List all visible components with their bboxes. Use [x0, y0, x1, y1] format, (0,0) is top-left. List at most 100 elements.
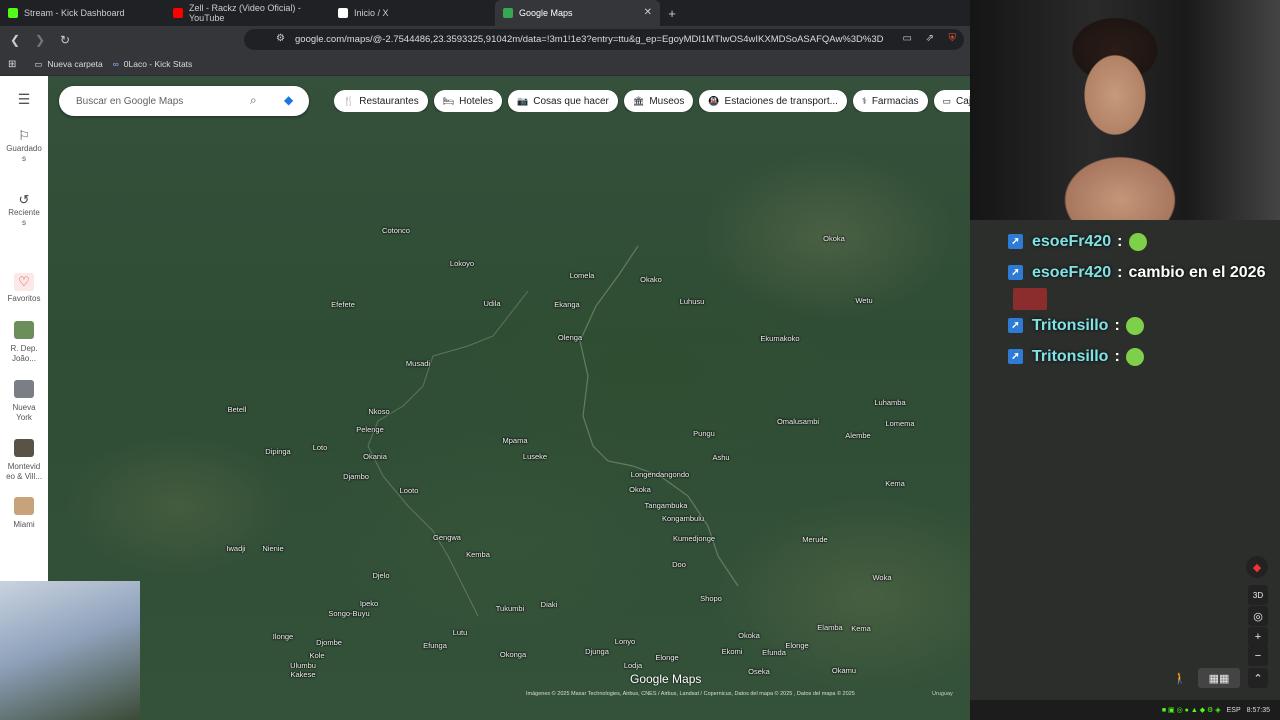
map-place-label[interactable]: Looto	[400, 486, 419, 495]
map-place-label[interactable]: Kumedjonge	[673, 534, 715, 543]
map-place-label[interactable]: Kema	[885, 479, 905, 488]
sidebar-item-place[interactable]: Nueva York	[0, 380, 48, 423]
map-place-label[interactable]: Longendangondo	[631, 470, 689, 479]
map-place-label[interactable]: Pungu	[693, 429, 715, 438]
map-place-label[interactable]: Kakese	[290, 670, 315, 679]
map-place-label[interactable]: Alembe	[845, 431, 870, 440]
map-place-label[interactable]: Ekanga	[554, 300, 579, 309]
install-icon[interactable]: ▭	[903, 33, 912, 44]
back-icon[interactable]: ❮	[5, 30, 25, 50]
map-place-label[interactable]: Efunda	[762, 648, 786, 657]
map-place-label[interactable]: Musadi	[406, 359, 430, 368]
sidebar-item-saved[interactable]: ⚐ Guardado s	[0, 129, 48, 164]
compass-button[interactable]: ◆	[1246, 556, 1268, 578]
map-place-label[interactable]: Ilonge	[273, 632, 293, 641]
map-place-label[interactable]: Lodja	[624, 661, 642, 670]
close-tab-icon[interactable]: ✕	[644, 7, 652, 18]
chip-museums[interactable]: 🏛 Museos	[623, 90, 694, 112]
map-place-label[interactable]: Ekumakoko	[760, 334, 799, 343]
map-place-label[interactable]: Lomela	[570, 271, 595, 280]
forward-icon[interactable]: ❯	[30, 30, 50, 50]
chip-hotels[interactable]: 🛏 Hoteles	[433, 90, 503, 112]
map-place-label[interactable]: Nienie	[262, 544, 283, 553]
search-icon[interactable]: ⌕	[250, 93, 257, 108]
search-input[interactable]	[74, 94, 238, 108]
tray-icons[interactable]: ■ ▣ ◎ ● ▲ ◆ ⚙ ◈	[1162, 706, 1221, 714]
bookmark-folder[interactable]: ▭ Nueva carpeta	[34, 59, 102, 70]
sidebar-item-place[interactable]: R. Dep. João...	[0, 321, 48, 364]
url-field[interactable]: ⚙ google.com/maps/@-2.7544486,23.3593325…	[244, 29, 964, 50]
map-place-label[interactable]: Ipeko	[360, 599, 378, 608]
map-place-label[interactable]: Elonge	[785, 641, 808, 650]
footer-link[interactable]: Uruguay	[932, 691, 953, 697]
bookmark-kick-stats[interactable]: ∞ 0Laco - Kick Stats	[113, 59, 193, 69]
map-place-label[interactable]: Loto	[313, 443, 328, 452]
layers-button[interactable]: ▦▦	[1198, 668, 1240, 688]
new-tab-button[interactable]: +	[660, 0, 684, 26]
map-place-label[interactable]: Oseka	[748, 667, 770, 676]
map-place-label[interactable]: Shopo	[700, 594, 722, 603]
brave-shield-icon[interactable]: ⛨	[949, 33, 957, 44]
map-place-label[interactable]: Djambo	[343, 472, 369, 481]
chip-things-to-do[interactable]: 📷 Cosas que hacer	[508, 90, 618, 112]
zoom-in-button[interactable]: +	[1248, 627, 1268, 647]
map-place-label[interactable]: Lonyo	[615, 637, 635, 646]
map-place-label[interactable]: Mpama	[502, 436, 527, 445]
map-place-label[interactable]: Luhusu	[680, 297, 705, 306]
map-place-label[interactable]: Efunga	[423, 641, 447, 650]
map-place-label[interactable]: Wetu	[855, 296, 872, 305]
map-place-label[interactable]: Omalusambi	[777, 417, 819, 426]
map-place-label[interactable]: Diaki	[541, 600, 558, 609]
map-place-label[interactable]: Lokoyo	[450, 259, 474, 268]
chip-restaurants[interactable]: 🍴 Restaurantes	[334, 90, 428, 112]
map-place-label[interactable]: Efefete	[331, 300, 355, 309]
map-place-label[interactable]: Tangambuka	[645, 501, 688, 510]
map-place-label[interactable]: Gengwa	[433, 533, 461, 542]
map-place-label[interactable]: Okako	[640, 275, 662, 284]
sidebar-item-favorites[interactable]: ♡ Favoritos	[0, 273, 48, 304]
tab-youtube[interactable]: Zell - Rackz (Video Oficial) - YouTube	[165, 0, 330, 26]
sidebar-item-place[interactable]: Miami	[0, 497, 48, 530]
tab-google-maps[interactable]: Google Maps ✕	[495, 0, 660, 26]
map-place-label[interactable]: Djunga	[585, 647, 609, 656]
sidebar-item-recent[interactable]: ↺ Reciente s	[0, 193, 48, 228]
map-place-label[interactable]: Tukumbi	[496, 604, 524, 613]
map-place-label[interactable]: Betell	[228, 405, 247, 414]
map-place-label[interactable]: Merude	[802, 535, 827, 544]
map-place-label[interactable]: Lutu	[453, 628, 468, 637]
map-place-label[interactable]: Elonge	[655, 653, 678, 662]
satellite-map[interactable]: Cotonco Lokoyo Lomela Okako Okoka Efefete Udil…	[48, 76, 970, 720]
map-place-label[interactable]: Kole	[309, 651, 324, 660]
map-place-label[interactable]: Olenga	[558, 333, 582, 342]
map-place-label[interactable]: Ekomi	[722, 647, 743, 656]
map-place-label[interactable]: Luhamba	[874, 398, 905, 407]
map-place-label[interactable]: Ulumbu	[290, 661, 316, 670]
map-place-label[interactable]: Luseke	[523, 452, 547, 461]
map-place-label[interactable]: Nkoso	[368, 407, 389, 416]
chip-pharmacies[interactable]: ⚕ Farmacias	[852, 90, 928, 112]
map-place-label[interactable]: Okoka	[629, 485, 651, 494]
map-place-label[interactable]: Djombe	[316, 638, 342, 647]
map-place-label[interactable]: Iwadji	[226, 544, 245, 553]
map-place-label[interactable]: Kema	[851, 624, 871, 633]
map-place-label[interactable]: Woka	[872, 573, 891, 582]
chip-transit[interactable]: 🚇 Estaciones de transport...	[699, 90, 847, 112]
language-indicator[interactable]: ESP	[1227, 707, 1241, 714]
tab-kick[interactable]: Stream - Kick Dashboard	[0, 0, 165, 26]
clock[interactable]: 8:57:35	[1247, 707, 1270, 714]
map-place-label[interactable]: Cotonco	[382, 226, 410, 235]
map-place-label[interactable]: Udila	[483, 299, 500, 308]
zoom-out-button[interactable]: −	[1248, 646, 1268, 666]
directions-icon[interactable]: ◆	[284, 93, 293, 107]
menu-button[interactable]: ☰	[0, 92, 48, 106]
map-place-label[interactable]: Okoka	[823, 234, 845, 243]
site-info-icon[interactable]: ⚙	[276, 33, 285, 44]
share-icon[interactable]: ⇗	[926, 33, 934, 44]
map-place-label[interactable]: Okonga	[500, 650, 526, 659]
map-place-label[interactable]: Djelo	[372, 571, 389, 580]
map-place-label[interactable]: Doo	[672, 560, 686, 569]
map-place-label[interactable]: Dipinga	[265, 447, 290, 456]
map-place-label[interactable]: Lomema	[885, 419, 914, 428]
my-location-button[interactable]: ◎	[1248, 606, 1268, 626]
map-place-label[interactable]: Okoka	[738, 631, 760, 640]
